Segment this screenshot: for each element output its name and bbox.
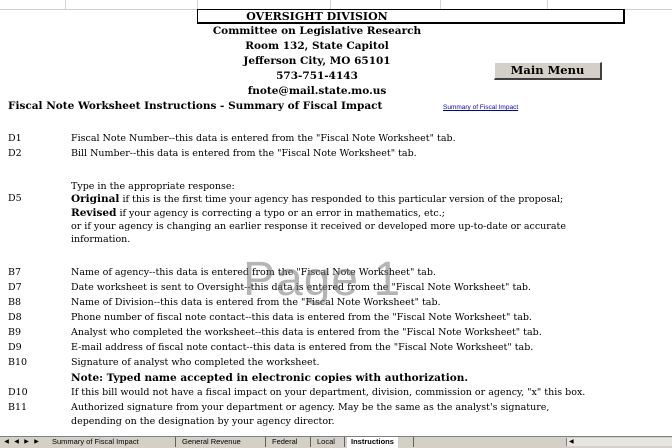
instruction-body: information. [71,234,131,245]
sheet-tab-bar: ◀ ◀ ▶ ▶ Summary of Fiscal Impact General… [0,436,672,448]
instruction-text: Signature of analyst who completed the w… [71,357,631,369]
instruction-text: Fiscal Note Number--this data is entered… [71,133,631,145]
tab-general-revenue[interactable]: General Revenue [178,437,245,447]
instruction-text: or if your agency is changing an earlier… [71,221,631,233]
tab-local[interactable]: Local [313,437,339,447]
instruction-text: Bill Number--this data is entered from t… [71,148,631,160]
phone-number: 573-751-4143 [276,70,358,82]
instruction-text: Authorized signature from your departmen… [71,402,631,414]
last-sheet-nav-icon[interactable]: ▶ [32,438,41,446]
tab-separator [413,437,414,447]
instruction-text: Phone number of fiscal note contact--thi… [71,312,631,324]
tab-federal[interactable]: Federal [268,437,301,447]
tab-summary-of-fiscal-impact[interactable]: Summary of Fiscal Impact [48,437,143,447]
instruction-body: Phone number of fiscal note contact--thi… [71,312,532,323]
instruction-body: if this is the first time your agency ha… [119,194,564,205]
committee-name: Committee on Legislative Research [212,25,422,37]
instruction-text: Original if this is the first time your … [71,193,631,206]
summary-of-fiscal-impact-link[interactable]: Summary of Fiscal Impact [443,104,518,111]
instruction-body: Date worksheet is sent to Oversight--thi… [71,282,532,293]
instruction-text: E-mail address of fiscal note contact--t… [71,342,631,354]
instruction-body: if your agency is correcting a typo or a… [116,208,445,219]
instruction-text: Revised if your agency is correcting a t… [71,207,631,220]
emphasis-text: Original [71,193,120,205]
tab-separator [175,437,176,447]
instruction-text: depending on the designation by your age… [71,416,631,428]
instruction-body: Name of Division--this data is entered f… [71,297,441,308]
cell-reference: D5 [8,193,22,204]
horizontal-scrollbar[interactable]: ◀ [566,438,672,446]
emphasis-text: Note: Typed name accepted in electronic … [71,372,469,384]
main-menu-button[interactable]: Main Menu [494,62,602,80]
cell-reference: B10 [8,357,28,368]
cell-reference: D7 [8,282,22,293]
section-title: Fiscal Note Worksheet Instructions - Sum… [8,100,383,112]
instruction-body: depending on the designation by your age… [71,416,335,427]
cell-reference: D8 [8,312,22,323]
city-address: Jefferson City, MO 65101 [243,55,391,67]
first-sheet-nav-icon[interactable]: ◀ [2,438,11,446]
tab-separator [344,437,345,447]
cell-reference: D2 [8,148,22,159]
email-address: fnote@mail.state.mo.us [247,85,387,97]
tab-separator [310,437,311,447]
next-sheet-nav-icon[interactable]: ▶ [22,438,31,446]
cell-reference: D10 [8,387,28,398]
cell-reference: B7 [8,267,22,278]
instruction-body: Type in the appropriate response: [71,181,235,192]
cell-reference: D1 [8,133,22,144]
instruction-body: Bill Number--this data is entered from t… [71,148,417,159]
scroll-left-icon[interactable]: ◀ [569,438,574,446]
tab-separator [265,437,266,447]
cell-reference: B11 [8,402,28,413]
instruction-text: information. [71,234,631,246]
instruction-text: Note: Typed name accepted in electronic … [71,372,631,385]
instruction-text: Name of agency--this data is entered fro… [71,267,631,279]
cell-reference: B9 [8,327,22,338]
instruction-text: If this bill would not have a fiscal imp… [71,387,631,399]
instruction-body: Fiscal Note Number--this data is entered… [71,133,456,144]
instruction-body: If this bill would not have a fiscal imp… [71,387,586,398]
division-title: OVERSIGHT DIVISION [246,10,388,23]
instruction-body: Name of agency--this data is entered fro… [71,267,436,278]
prev-sheet-nav-icon[interactable]: ◀ [12,438,21,446]
cell-reference: B8 [8,297,22,308]
instruction-text: Type in the appropriate response: [71,181,631,193]
cell-reference: D9 [8,342,22,353]
instruction-text: Analyst who completed the worksheet--thi… [71,327,631,339]
instruction-body: E-mail address of fiscal note contact--t… [71,342,534,353]
room-address: Room 132, State Capitol [245,40,389,52]
instruction-text: Name of Division--this data is entered f… [71,297,631,309]
instruction-body: Authorized signature from your departmen… [71,402,550,413]
instruction-text: Date worksheet is sent to Oversight--thi… [71,282,631,294]
instruction-body: Signature of analyst who completed the w… [71,357,320,368]
instruction-body: Analyst who completed the worksheet--thi… [71,327,542,338]
instruction-body: or if your agency is changing an earlier… [71,221,566,232]
emphasis-text: Revised [71,207,117,219]
tab-instructions[interactable]: Instructions [347,437,398,448]
